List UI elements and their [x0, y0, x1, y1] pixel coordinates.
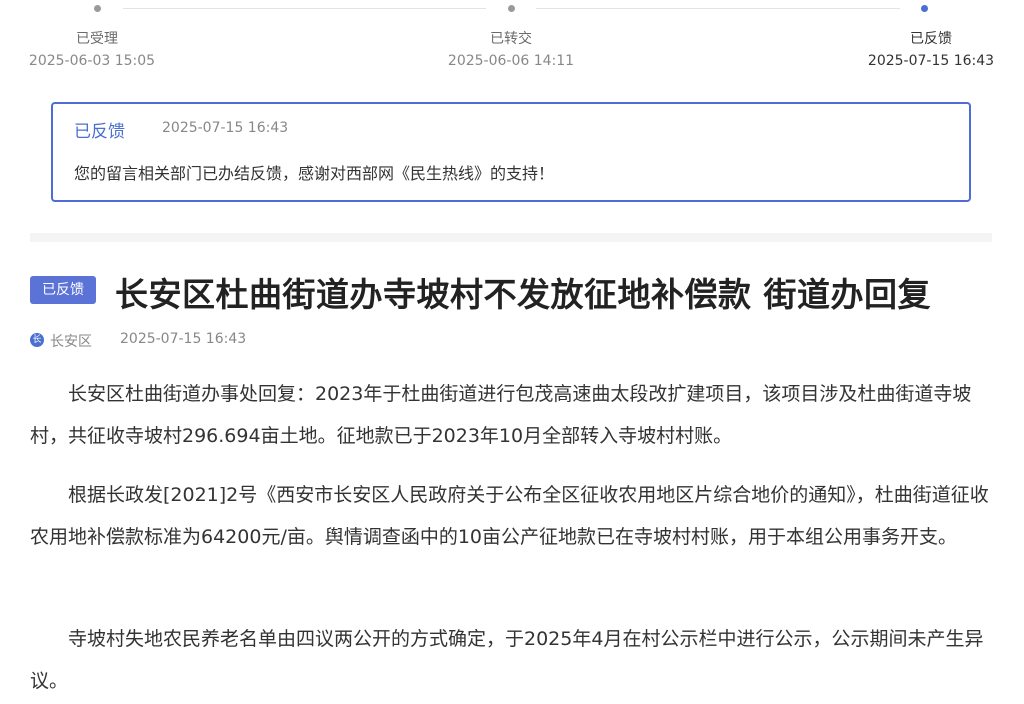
timeline-connector — [123, 8, 486, 9]
timeline-step-label: 已受理 — [76, 31, 118, 47]
publish-time: 2025-07-15 16:43 — [120, 331, 247, 347]
article-paragraph: 根据长政发[2021]2号《西安市长安区人民政府关于公布全区征收农用地区片综合地… — [30, 484, 989, 548]
feedback-time: 2025-07-15 16:43 — [162, 120, 289, 136]
timeline-step-time: 2025-06-06 14:11 — [447, 53, 575, 69]
timeline-step-label: 已转交 — [490, 31, 532, 47]
timeline-dot-received — [94, 5, 101, 12]
timeline-dot-feedback — [921, 5, 928, 12]
progress-timeline: 已受理 2025-06-03 15:05 已转交 2025-06-06 14:1… — [0, 0, 1024, 90]
timeline-connector — [536, 8, 900, 9]
timeline-step-label: 已反馈 — [910, 31, 952, 47]
status-badge: 已反馈 — [30, 276, 96, 304]
feedback-message: 您的留言相关部门已办结反馈，感谢对西部网《民生热线》的支持！ — [74, 164, 555, 183]
feedback-status: 已反馈 — [74, 122, 125, 142]
section-divider — [30, 233, 992, 242]
timeline-step-time: 2025-07-15 16:43 — [867, 53, 995, 69]
source-logo-icon: 长 — [30, 333, 44, 347]
feedback-box: 已反馈 2025-07-15 16:43 您的留言相关部门已办结反馈，感谢对西部… — [51, 102, 971, 202]
article-paragraph: 寺坡村失地农民养老名单由四议两公开的方式确定，于2025年4月在村公示栏中进行公… — [30, 628, 984, 692]
timeline-step-time: 2025-06-03 15:05 — [28, 53, 156, 69]
source-name[interactable]: 长安区 — [50, 331, 92, 351]
page-title: 长安区杜曲街道办寺坡村不发放征地补偿款 街道办回复 — [115, 275, 931, 314]
article-paragraph: 长安区杜曲街道办事处回复：2023年于杜曲街道进行包茂高速曲太段改扩建项目，该项… — [30, 383, 972, 447]
timeline-dot-transferred — [508, 5, 515, 12]
